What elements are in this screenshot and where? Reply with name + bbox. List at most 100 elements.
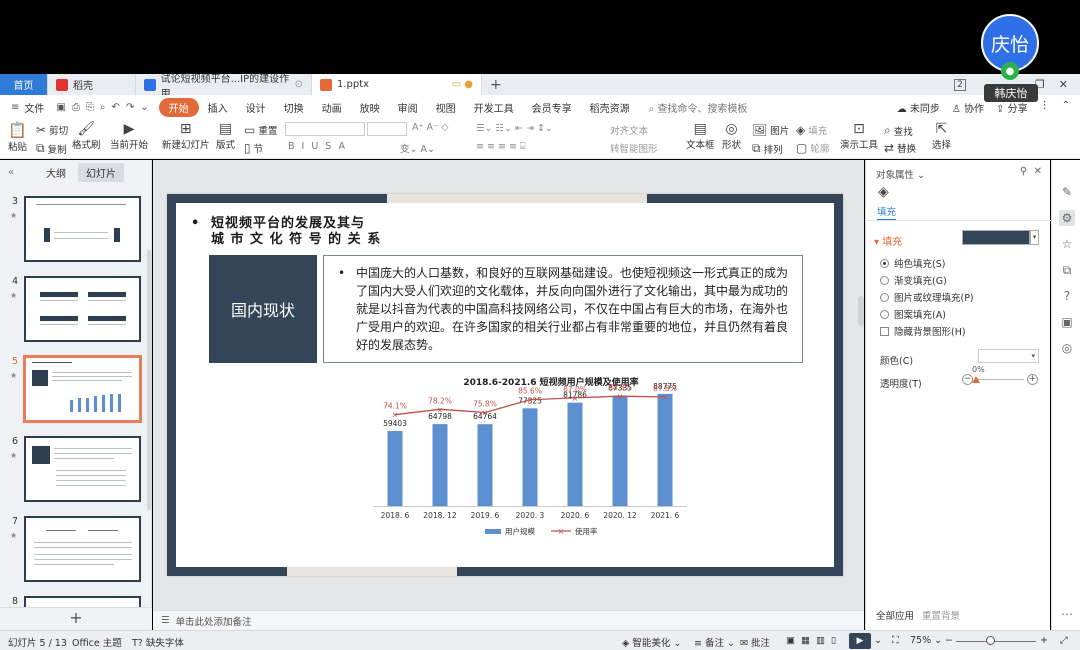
play-options-chevron-icon[interactable]: ⌄ — [874, 635, 882, 646]
font-size-select[interactable] — [367, 122, 407, 136]
canvas-scrollbar[interactable] — [858, 296, 864, 326]
export-pdf-icon[interactable]: ⎙ — [72, 102, 80, 113]
window-badge[interactable]: 2 — [954, 78, 966, 91]
thumbnail-scrollbar[interactable] — [147, 250, 151, 510]
apply-all-button[interactable]: 全部应用 — [876, 608, 914, 622]
format-painter-button[interactable]: 🖌 格式刷 — [72, 121, 101, 151]
zoom-in-icon[interactable]: + — [1040, 635, 1048, 646]
pin-icon[interactable]: ⚲ — [1020, 166, 1027, 177]
missing-font-button[interactable]: T? 缺失字体 — [132, 635, 184, 649]
fill-section-header[interactable]: ▾ 填充 — [874, 233, 902, 248]
menu-view[interactable]: 视图 — [427, 100, 465, 115]
font-family-select[interactable] — [285, 122, 365, 136]
more-tools-icon[interactable]: ⋯ — [1059, 606, 1075, 622]
arrange-button[interactable]: ⧉ 排列 — [752, 141, 783, 156]
menu-design[interactable]: 设计 — [237, 100, 275, 115]
fit-window-icon[interactable]: ⛶ — [892, 635, 899, 646]
slide-thumbnail[interactable] — [24, 436, 141, 502]
char-spacing-icon[interactable]: 变⌄ A⌄ — [400, 141, 435, 155]
menu-file[interactable]: 文件 — [22, 100, 53, 115]
fill-color-swatch[interactable] — [962, 230, 1030, 245]
tab-home[interactable]: 首页 — [0, 74, 48, 95]
preview-icon[interactable]: ⌕ — [100, 102, 106, 113]
menu-slideshow[interactable]: 放映 — [351, 100, 389, 115]
slide-thumbnail[interactable] — [24, 596, 141, 607]
list-bullet-icons[interactable]: ☰⌄ ☷⌄ ⇤ ⇥ ↕⌄ — [476, 123, 553, 134]
checkbox-hide-bg[interactable]: 隐藏背景图形(H) — [880, 324, 966, 338]
menu-animation[interactable]: 动画 — [313, 100, 351, 115]
current-slide[interactable]: • 短视频平台的发展及其与 城 市 文 化 符 号 的 关 系 国内现状 • 中… — [167, 194, 843, 576]
to-smartart-button[interactable]: 转智能图形 — [610, 141, 658, 155]
notes-bar[interactable]: ☰ 单击此处添加备注 — [153, 610, 864, 630]
zoom-slider-handle[interactable] — [986, 636, 995, 645]
redo-icon[interactable]: ↷ — [126, 102, 134, 113]
picture-button[interactable]: 🖼 图片 — [752, 123, 789, 137]
opacity-plus-button[interactable]: + — [1027, 374, 1038, 385]
tab-doc-close-icon[interactable]: ⊙ — [295, 79, 303, 90]
menu-developer[interactable]: 开发工具 — [465, 100, 523, 115]
tab-fill[interactable]: 填充 — [877, 204, 897, 221]
section-button[interactable]: ▯ 节 — [244, 141, 263, 155]
menu-home[interactable]: 开始 — [158, 97, 199, 117]
font-grow-shrink-icon[interactable]: A⁺ A⁻ ◇ — [412, 122, 448, 133]
transition-icon[interactable]: ⧉ — [1059, 262, 1075, 278]
body-text-box[interactable]: • 中国庞大的人口基数，和良好的互联网基础建设。也使短视频这一形式真正的成为了国… — [323, 255, 803, 363]
collapse-panel-icon[interactable]: « — [0, 167, 22, 178]
slide-title[interactable]: • 短视频平台的发展及其与 城 市 文 化 符 号 的 关 系 — [191, 216, 381, 248]
tab-pptx[interactable]: 1.pptx ▭ ● — [312, 74, 482, 95]
copy-button[interactable]: ⧉ 复制 — [36, 141, 67, 156]
opacity-slider-handle[interactable] — [972, 376, 980, 383]
radio-solid-fill[interactable]: 纯色填充(S) — [880, 256, 945, 270]
hamburger-icon[interactable]: ≡ — [11, 102, 19, 113]
slide-thumbnail[interactable] — [24, 276, 141, 342]
animation-icon[interactable]: ☆ — [1059, 236, 1075, 252]
new-slide-button[interactable]: ⊞ 新建幻灯片 — [162, 121, 210, 151]
fill-bucket-icon[interactable]: ◈ — [878, 184, 889, 200]
text-box-button[interactable]: ▤ 文本框 — [686, 121, 715, 151]
menu-transition[interactable]: 切换 — [275, 100, 313, 115]
collapse-ribbon-icon[interactable]: ⌃ — [1062, 100, 1070, 115]
replace-button[interactable]: ⇄ 替换 — [884, 141, 916, 155]
menu-docer-resources[interactable]: 稻壳资源 — [581, 100, 639, 115]
radio-pattern-fill[interactable]: 图案填充(A) — [880, 307, 946, 321]
reset-background-button[interactable]: 重置背景 — [922, 608, 960, 622]
zoom-level[interactable]: 75% ⌄ — [910, 635, 942, 646]
cut-button[interactable]: ✂ 剪切 — [36, 123, 68, 137]
properties-icon[interactable]: ⚙ — [1059, 210, 1075, 226]
find-button[interactable]: ⌕ 查找 — [884, 123, 913, 138]
fill-color-dropdown-icon[interactable]: ▾ — [1030, 230, 1039, 245]
menu-vip[interactable]: 会员专享 — [523, 100, 581, 115]
close-panel-icon[interactable]: ✕ — [1034, 166, 1042, 177]
color-select[interactable]: ▾ — [978, 349, 1039, 363]
fullscreen-icon[interactable]: ⤢ — [1060, 635, 1068, 646]
tab-outline[interactable]: 大纲 — [38, 163, 74, 182]
menu-review[interactable]: 审阅 — [389, 100, 427, 115]
present-tools-button[interactable]: ⊡ 演示工具 — [840, 121, 878, 151]
shape-button[interactable]: ◎ 形状 — [722, 121, 741, 151]
view-mode-icons[interactable]: ▣▦▥▯ — [786, 635, 842, 646]
slideshow-play-button[interactable]: ▶ — [849, 633, 871, 649]
comments-button[interactable]: ✉ 批注 — [740, 635, 770, 649]
help-icon[interactable]: ? — [1059, 288, 1075, 304]
theme-name[interactable]: Office 主题 — [72, 635, 122, 649]
align-text-button[interactable]: 对齐文本 — [610, 123, 648, 137]
undo-icon[interactable]: ↶ — [111, 102, 119, 113]
opacity-slider[interactable] — [976, 379, 1024, 380]
microphone-icon[interactable]: ● — [1001, 62, 1019, 80]
paste-button[interactable]: 📋 粘贴 — [8, 121, 27, 153]
slide-thumbnail-current[interactable] — [23, 355, 142, 423]
reset-button[interactable]: ▭ 重置 — [244, 123, 277, 137]
fill-button[interactable]: ◈ 填充 — [796, 123, 827, 137]
chart[interactable]: 2018.6-2021.6 短视频用户规模及使用率 59403 2018. 6 647… — [167, 374, 843, 574]
command-search[interactable]: ⌕ 查找命令、搜索模板 — [649, 100, 748, 115]
tab-pptx-unsaved-icon[interactable]: ▭ ● — [452, 79, 473, 90]
image-tools-icon[interactable]: ▣ — [1059, 314, 1075, 330]
new-tab-plus-icon[interactable]: + — [482, 74, 510, 95]
notes-toggle-button[interactable]: ≡ 备注 ⌄ — [694, 635, 735, 649]
radio-gradient-fill[interactable]: 渐变填充(G) — [880, 273, 947, 287]
radio-picture-fill[interactable]: 图片或纹理填充(P) — [880, 290, 974, 304]
location-icon[interactable]: ◎ — [1059, 340, 1075, 356]
add-slide-plus-icon[interactable]: + — [0, 607, 152, 629]
save-icon[interactable]: ▣ — [56, 102, 65, 113]
tab-slides[interactable]: 幻灯片 — [78, 162, 124, 182]
